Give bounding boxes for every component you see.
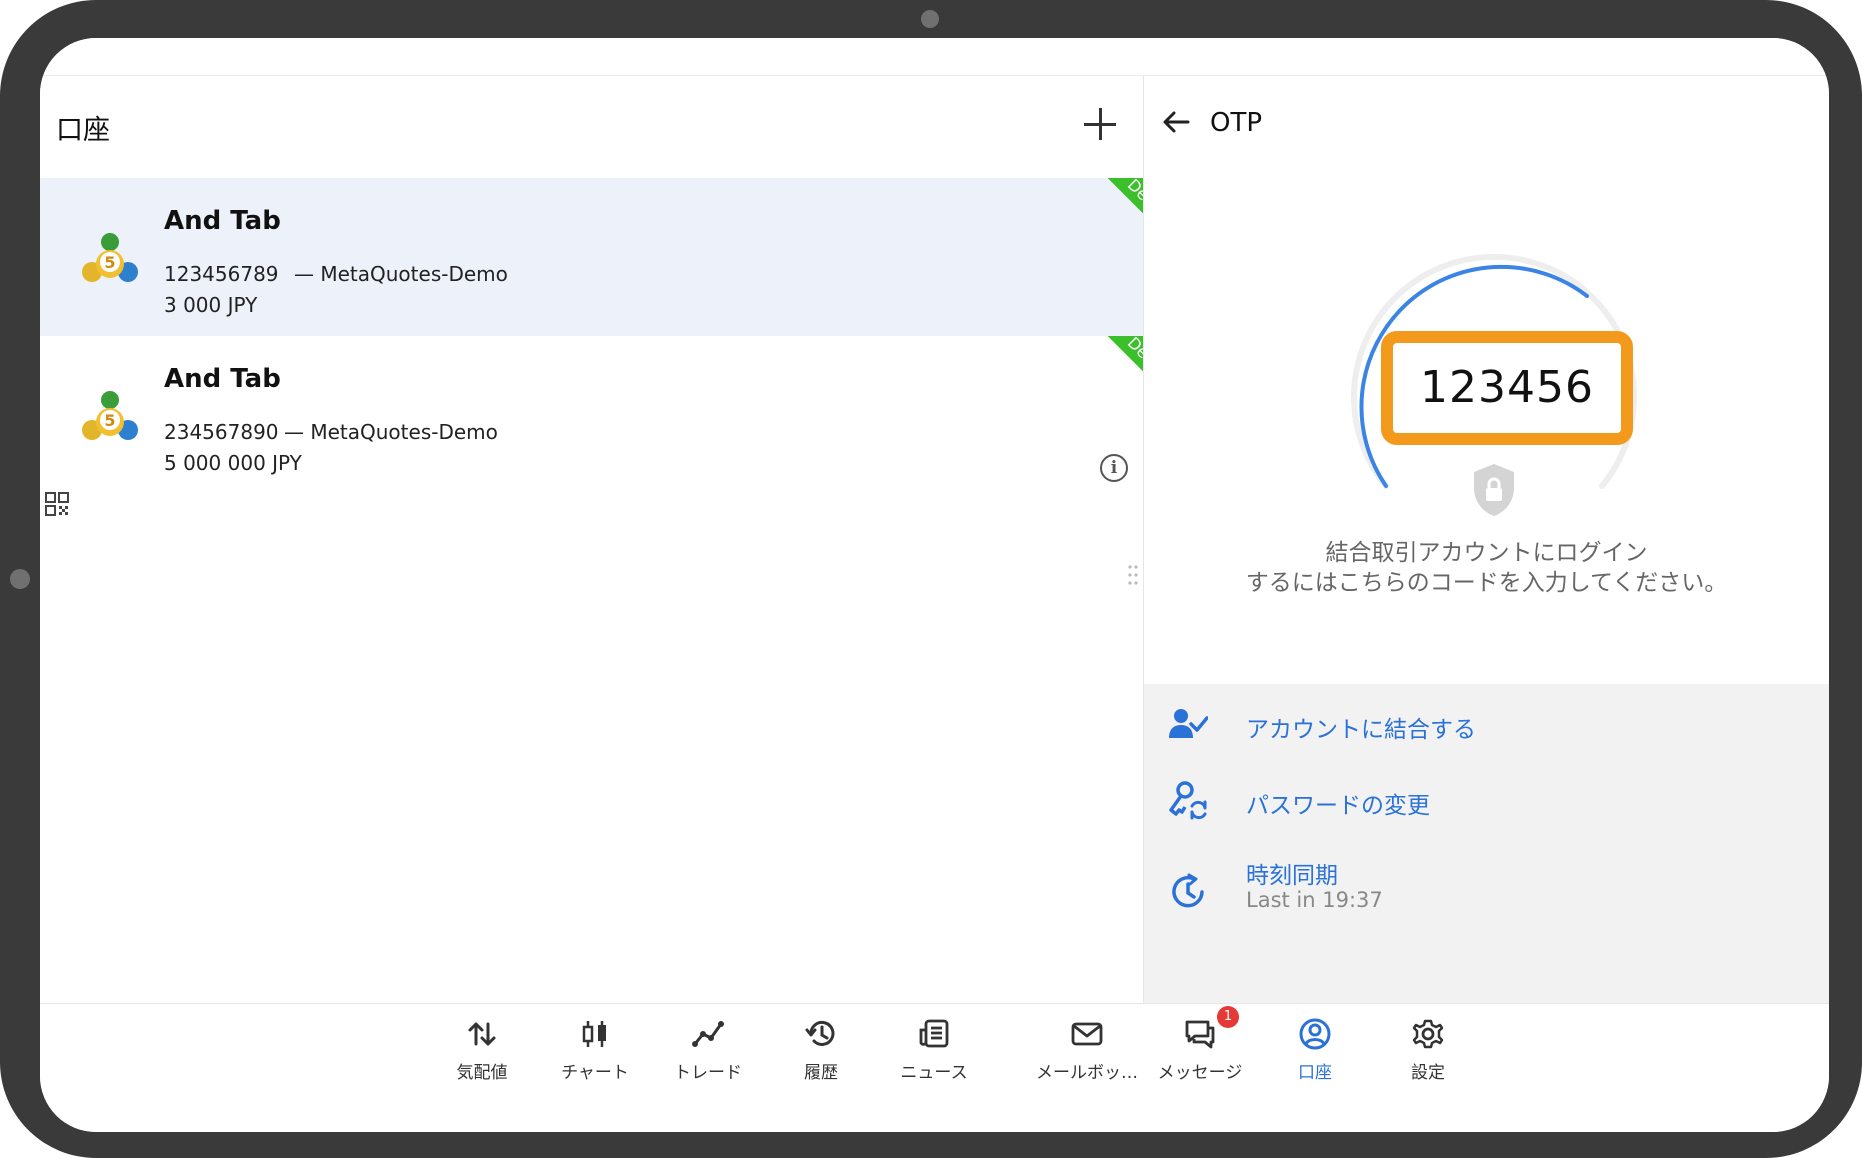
nav-item-quotes[interactable]: 気配値 <box>427 1014 537 1094</box>
pane-resize-handle-icon[interactable] <box>1128 564 1138 586</box>
accounts-pane: 口座 5 And Tab 123456789 — MetaQuotes-Demo… <box>40 76 1143 1003</box>
account-balance: 5 000 000 JPY <box>164 451 302 475</box>
front-camera <box>921 10 939 28</box>
nav-label: 履歴 <box>804 1063 838 1083</box>
change-password-button[interactable]: パスワードの変更 <box>1144 764 1829 844</box>
metatrader-logo-icon: 5 <box>82 391 138 440</box>
info-icon[interactable]: i <box>1100 454 1128 482</box>
link-account-label: アカウントに結合する <box>1246 717 1476 743</box>
otp-actions: アカウントに結合する パスワードの変更 時刻同期 Last in 19:37 <box>1144 684 1829 1003</box>
account-balance: 3 000 JPY <box>164 293 258 317</box>
password-change-icon <box>1169 781 1207 820</box>
svg-text:5: 5 <box>104 253 115 272</box>
side-button <box>10 569 30 589</box>
change-password-label: パスワードの変更 <box>1246 793 1430 819</box>
nav-item-news[interactable]: ニュース <box>879 1014 989 1094</box>
settings-icon <box>1412 1019 1444 1049</box>
nav-label: 口座 <box>1298 1063 1332 1083</box>
otp-description: 結合取引アカウントにログイン するにはこちらのコードを入力してください。 <box>1144 538 1829 598</box>
time-sync-last: Last in 19:37 <box>1246 888 1383 912</box>
account-row[interactable]: 5 And Tab 123456789 — MetaQuotes-Demo 3 … <box>40 178 1143 336</box>
nav-item-history[interactable]: 履歴 <box>766 1014 876 1094</box>
nav-label: 気配値 <box>456 1063 508 1083</box>
tablet-frame: 口座 5 And Tab 123456789 — MetaQuotes-Demo… <box>0 0 1862 1158</box>
account-login: 234567890 <box>164 420 279 444</box>
metatrader-logo-icon: 5 <box>82 233 138 282</box>
back-arrow-icon[interactable] <box>1160 106 1192 138</box>
bottom-navigation: 気配値 チャート トレード 履歴 ニュース メールボッ… 1 メッセージ 口座 … <box>40 1003 1829 1132</box>
nav-label: トレード <box>674 1063 742 1083</box>
otp-description-line1: 結合取引アカウントにログイン <box>1325 540 1648 566</box>
news-icon <box>919 1019 949 1048</box>
demo-badge: Demo <box>1091 178 1143 255</box>
nav-item-chart[interactable]: チャート <box>540 1014 650 1094</box>
nav-item-settings[interactable]: 設定 <box>1373 1014 1483 1094</box>
account-server: — MetaQuotes-Demo <box>284 420 498 444</box>
chart-icon <box>582 1021 606 1047</box>
messages-badge: 1 <box>1217 1006 1239 1028</box>
history-icon <box>805 1020 835 1046</box>
nav-label: チャート <box>561 1063 629 1083</box>
nav-item-messages[interactable]: 1 メッセージ <box>1145 1006 1255 1094</box>
page-title: 口座 <box>56 115 110 146</box>
account-name: And Tab <box>164 206 281 236</box>
app-screen: 口座 5 And Tab 123456789 — MetaQuotes-Demo… <box>40 38 1829 1132</box>
nav-label: メッセージ <box>1157 1063 1243 1083</box>
shield-lock-icon <box>1474 464 1514 516</box>
time-sync-button[interactable]: 時刻同期 Last in 19:37 <box>1144 844 1829 944</box>
account-login: 123456789 <box>164 262 279 286</box>
time-sync-icon <box>1172 873 1204 908</box>
svg-text:5: 5 <box>104 411 115 430</box>
otp-pane: OTP 123456 結合取引アカウントにログイン するにはこちらのコードを入力… <box>1144 76 1829 1003</box>
otp-code: 123456 <box>1381 331 1633 445</box>
user-link-icon <box>1169 709 1208 738</box>
quotes-icon <box>468 1022 496 1046</box>
status-bar <box>40 38 1829 76</box>
otp-description-line2: するにはこちらのコードを入力してください。 <box>1245 570 1728 596</box>
accounts-header: 口座 <box>40 76 1143 178</box>
account-name: And Tab <box>164 364 281 394</box>
accounts-icon <box>1299 1018 1331 1050</box>
nav-item-mailbox[interactable]: メールボッ… <box>1032 1014 1142 1094</box>
link-account-button[interactable]: アカウントに結合する <box>1144 684 1829 764</box>
mailbox-icon <box>1071 1022 1103 1046</box>
qr-code-icon[interactable] <box>45 492 69 516</box>
nav-label: ニュース <box>900 1063 968 1083</box>
otp-title: OTP <box>1210 108 1263 138</box>
nav-item-trade[interactable]: トレード <box>653 1014 763 1094</box>
nav-label: メールボッ… <box>1036 1063 1138 1083</box>
messages-icon <box>1185 1020 1215 1049</box>
trade-icon <box>692 1021 724 1047</box>
nav-label: 設定 <box>1411 1063 1445 1083</box>
account-server: — MetaQuotes-Demo <box>294 262 508 286</box>
time-sync-label: 時刻同期 <box>1246 863 1338 889</box>
nav-item-accounts[interactable]: 口座 <box>1260 1014 1370 1094</box>
add-account-icon[interactable] <box>1082 106 1118 142</box>
account-row[interactable]: 5 And Tab 234567890 — MetaQuotes-Demo 5 … <box>40 336 1143 494</box>
demo-badge: Demo <box>1091 336 1143 413</box>
